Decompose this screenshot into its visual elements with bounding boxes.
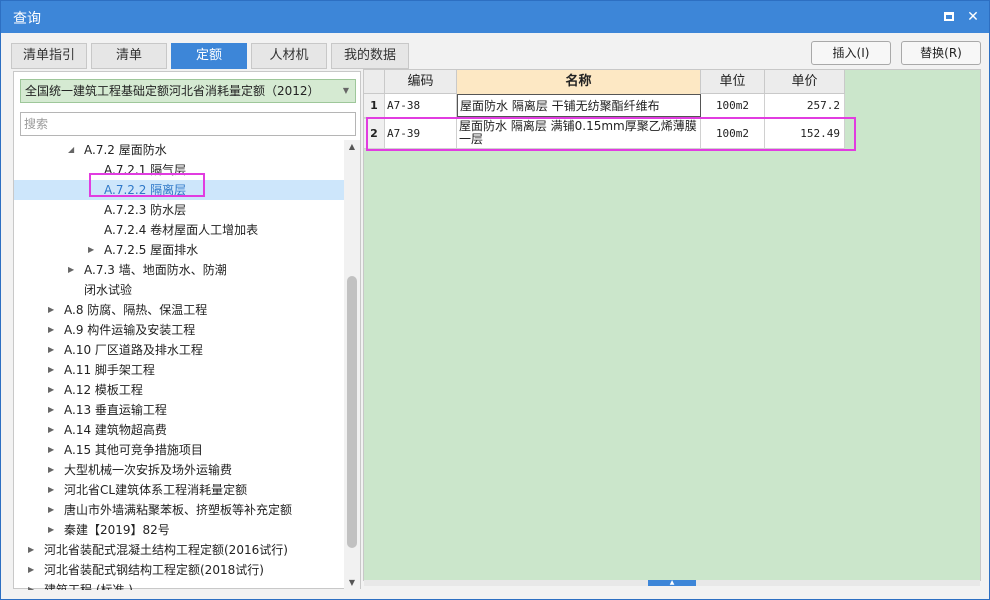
- tab-labor-material[interactable]: 人材机: [251, 43, 327, 69]
- collapsed-caret-icon[interactable]: ▶: [88, 240, 98, 260]
- header-name[interactable]: 名称: [457, 70, 701, 94]
- scroll-down-icon[interactable]: ▼: [344, 576, 360, 590]
- chevron-down-icon: ▼: [342, 86, 349, 95]
- collapsed-caret-icon[interactable]: ▶: [48, 500, 58, 520]
- collapsed-caret-icon[interactable]: ▶: [48, 460, 58, 480]
- header-price[interactable]: 单价: [765, 70, 845, 94]
- replace-button[interactable]: 替换(R): [901, 41, 981, 65]
- tree-item[interactable]: ▶ 建筑工程 (标准 ): [14, 580, 344, 590]
- row-number: 1: [364, 94, 385, 117]
- grid-header: 编码 名称 单位 单价: [364, 70, 845, 94]
- tab-bill-guide[interactable]: 清单指引: [11, 43, 87, 69]
- collapsed-caret-icon[interactable]: ▶: [48, 300, 58, 320]
- tree-item[interactable]: ▶ A.15 其他可竞争措施项目: [14, 440, 344, 460]
- library-select-value: 全国统一建筑工程基础定额河北省消耗量定额（2012）: [25, 84, 320, 98]
- scroll-grip-icon[interactable]: ▲: [648, 580, 696, 586]
- tree-item[interactable]: ▶ 河北省装配式混凝土结构工程定额(2016试行): [14, 540, 344, 560]
- table-row[interactable]: 2 A7-39 屋面防水 隔离层 满铺0.15mm厚聚乙烯薄膜一层 100m2 …: [364, 119, 845, 149]
- tree-item[interactable]: ▶ A.7.2.5 屋面排水: [14, 240, 344, 260]
- tree-item-selected[interactable]: A.7.2.2 隔离层: [14, 180, 344, 200]
- cell-unit[interactable]: 100m2: [701, 94, 765, 117]
- quota-tree: ◢ A.7.2 屋面防水 A.7.2.1 隔气层 A.7.2.2 隔离层 A.7…: [14, 140, 344, 590]
- table-row[interactable]: 1 A7-38 屋面防水 隔离层 干铺无纺聚酯纤维布 100m2 257.2: [364, 94, 845, 118]
- tree-item[interactable]: ▶ 河北省CL建筑体系工程消耗量定额: [14, 480, 344, 500]
- cell-code[interactable]: A7-38: [385, 94, 457, 117]
- expanded-caret-icon[interactable]: ◢: [68, 140, 78, 160]
- tree-item[interactable]: ◢ A.7.2 屋面防水: [14, 140, 344, 160]
- cell-price[interactable]: 152.49: [765, 119, 845, 148]
- collapsed-caret-icon[interactable]: ▶: [68, 260, 78, 280]
- insert-button[interactable]: 插入(I): [811, 41, 891, 65]
- collapsed-caret-icon[interactable]: ▶: [48, 340, 58, 360]
- tab-my-data[interactable]: 我的数据: [331, 43, 409, 69]
- tree-item[interactable]: ▶ A.14 建筑物超高费: [14, 420, 344, 440]
- header-unit[interactable]: 单位: [701, 70, 765, 94]
- title-bar[interactable]: 查询 ✕: [1, 1, 989, 33]
- tree-item[interactable]: ▶ 大型机械一次安拆及场外运输费: [14, 460, 344, 480]
- tree-item[interactable]: ▶ 唐山市外墙满粘聚苯板、挤塑板等补充定额: [14, 500, 344, 520]
- collapsed-caret-icon[interactable]: ▶: [48, 440, 58, 460]
- cell-name[interactable]: 屋面防水 隔离层 满铺0.15mm厚聚乙烯薄膜一层: [457, 119, 701, 148]
- tree-item[interactable]: A.7.2.4 卷材屋面人工增加表: [14, 220, 344, 240]
- tree-item[interactable]: ▶ A.7.3 墙、地面防水、防潮: [14, 260, 344, 280]
- row-number: 2: [364, 119, 385, 148]
- header-rownum: [364, 70, 385, 94]
- tree-item[interactable]: A.7.2.3 防水层: [14, 200, 344, 220]
- cell-code[interactable]: A7-39: [385, 119, 457, 148]
- cell-price[interactable]: 257.2: [765, 94, 845, 117]
- tree-item[interactable]: ▶ A.11 脚手架工程: [14, 360, 344, 380]
- tree-item[interactable]: A.7.2.1 隔气层: [14, 160, 344, 180]
- window-title: 查询: [13, 11, 41, 27]
- collapsed-caret-icon[interactable]: ▶: [48, 480, 58, 500]
- header-code[interactable]: 编码: [385, 70, 457, 94]
- scroll-up-icon[interactable]: ▲: [344, 140, 360, 154]
- close-icon[interactable]: ✕: [963, 7, 983, 27]
- tree-item[interactable]: ▶ A.12 模板工程: [14, 380, 344, 400]
- library-select[interactable]: 全国统一建筑工程基础定额河北省消耗量定额（2012） ▼: [20, 79, 356, 103]
- tree-item[interactable]: ▶ A.10 厂区道路及排水工程: [14, 340, 344, 360]
- collapsed-caret-icon[interactable]: ▶: [48, 380, 58, 400]
- grid-horizontal-scrollbar[interactable]: ▲: [364, 580, 980, 586]
- search-input[interactable]: 搜索: [20, 112, 356, 136]
- maximize-icon[interactable]: [939, 7, 959, 27]
- cell-name[interactable]: 屋面防水 隔离层 干铺无纺聚酯纤维布: [457, 94, 701, 117]
- tree-item[interactable]: ▶ A.8 防腐、隔热、保温工程: [14, 300, 344, 320]
- collapsed-caret-icon[interactable]: ▶: [48, 520, 58, 540]
- tree-item[interactable]: 闭水试验: [14, 280, 344, 300]
- quota-tree-panel: 全国统一建筑工程基础定额河北省消耗量定额（2012） ▼ 搜索 ◢ A.7.2 …: [13, 71, 361, 590]
- tab-quota[interactable]: 定额: [171, 43, 247, 69]
- tree-item[interactable]: ▶ 河北省装配式钢结构工程定额(2018试行): [14, 560, 344, 580]
- collapsed-caret-icon[interactable]: ▶: [28, 560, 38, 580]
- quota-grid: 编码 名称 单位 单价 1 A7-38 屋面防水 隔离层 干铺无纺聚酯纤维布 1…: [363, 69, 981, 586]
- collapsed-caret-icon[interactable]: ▶: [28, 580, 38, 590]
- collapsed-caret-icon[interactable]: ▶: [48, 320, 58, 340]
- collapsed-caret-icon[interactable]: ▶: [48, 420, 58, 440]
- cell-unit[interactable]: 100m2: [701, 119, 765, 148]
- collapsed-caret-icon[interactable]: ▶: [48, 360, 58, 380]
- tree-item[interactable]: ▶ A.9 构件运输及安装工程: [14, 320, 344, 340]
- tree-item[interactable]: ▶ 秦建【2019】82号: [14, 520, 344, 540]
- tab-bill[interactable]: 清单: [91, 43, 167, 69]
- tree-item[interactable]: ▶ A.13 垂直运输工程: [14, 400, 344, 420]
- collapsed-caret-icon[interactable]: ▶: [48, 400, 58, 420]
- collapsed-caret-icon[interactable]: ▶: [28, 540, 38, 560]
- query-dialog: 查询 ✕ 清单指引 清单 定额 人材机 我的数据 插入(I) 替换(R) 全国统…: [0, 0, 990, 600]
- scroll-thumb[interactable]: [347, 276, 357, 548]
- tree-scrollbar[interactable]: ▲ ▼: [344, 140, 360, 590]
